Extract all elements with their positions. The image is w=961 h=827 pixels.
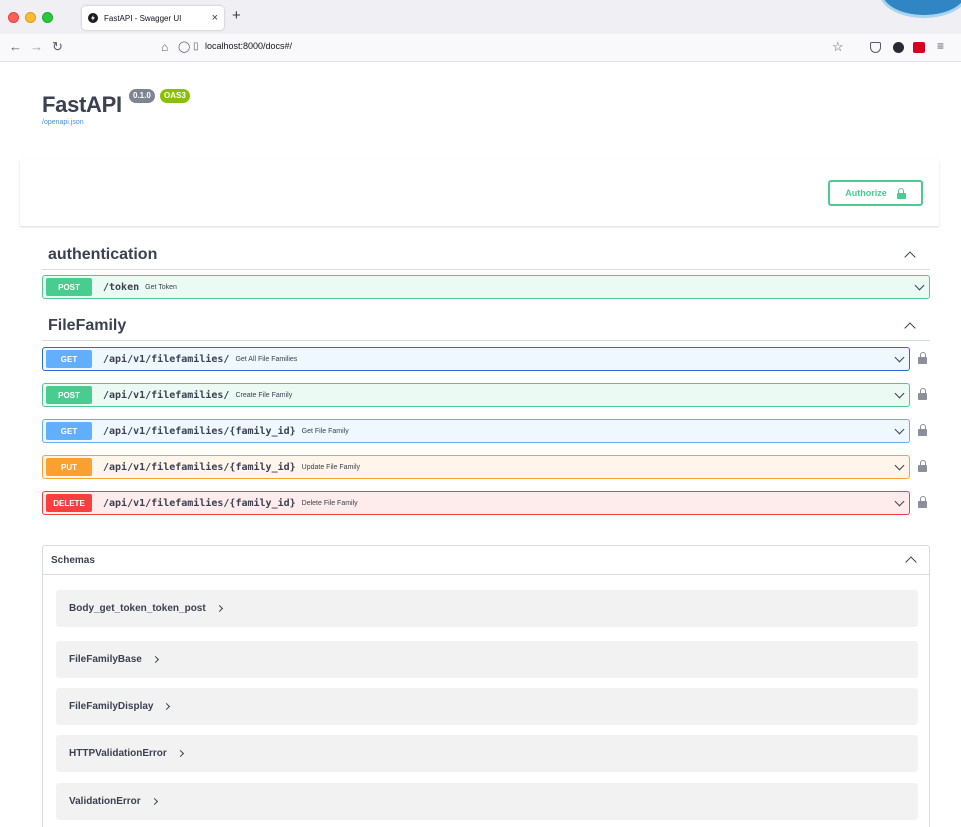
chevron-down-icon[interactable] [894,352,905,363]
tag-authentication[interactable]: authentication [42,240,930,270]
chevron-down-icon[interactable] [894,388,905,399]
operation-delete-file-family[interactable]: DELETE /api/v1/filefamilies/{family_id} … [42,491,927,515]
operation-put-update-file-family[interactable]: PUT /api/v1/filefamilies/{family_id} Upd… [42,455,927,479]
operation-get-all-file-families[interactable]: GET /api/v1/filefamilies/ Get All File F… [42,347,927,371]
pocket-icon[interactable] [870,42,881,53]
operation-path: /api/v1/filefamilies/ [103,389,230,401]
new-tab-button[interactable]: + [232,7,241,24]
reload-icon[interactable]: ↻ [52,39,63,55]
operation-summary: Update File Family [301,463,361,471]
browser-navbar: ← → ↻ ⌂ ◯ ▯ localhost:8000/docs#/ ☆ ≡ [0,34,961,62]
bookmark-star-icon[interactable]: ☆ [832,39,844,55]
operation-summary: Get File Family [301,427,349,435]
schema-name: FileFamilyDisplay [69,701,154,712]
close-window-button[interactable] [8,12,19,23]
menu-icon[interactable]: ≡ [937,39,944,53]
method-badge: PUT [46,458,92,476]
operation-summary: Delete File Family [301,499,358,507]
schema-item[interactable]: ValidationError [56,783,918,820]
lock-icon[interactable] [918,352,927,364]
schema-item[interactable]: HTTPValidationError [56,735,918,772]
chevron-up-icon [904,321,916,334]
operation-summary: Get Token [145,283,177,291]
chevron-up-icon [904,250,916,263]
method-badge: DELETE [46,494,92,512]
forward-icon[interactable]: → [30,39,43,55]
chevron-right-icon [151,655,159,664]
schema-name: Body_get_token_token_post [69,603,206,614]
operation-post-token[interactable]: POST /token Get Token [42,275,930,299]
method-badge: POST [46,278,92,296]
lock-icon[interactable] [918,496,927,508]
operation-path: /api/v1/filefamilies/{family_id} [103,461,296,473]
tag-filefamily[interactable]: FileFamily [42,311,930,341]
method-badge: GET [46,422,92,440]
chevron-right-icon [176,749,184,758]
fastapi-favicon-icon [88,13,98,23]
chevron-right-icon [215,604,223,613]
operation-path: /api/v1/filefamilies/{family_id} [103,425,296,437]
schemas-header[interactable]: Schemas [43,546,929,575]
extension-red-icon[interactable] [913,42,925,53]
schemas-section: Schemas Body_get_token_token_post FileFa… [42,545,930,827]
page-title: FastAPI [42,92,122,117]
oas-badge: OAS3 [160,89,190,103]
operation-summary: Create File Family [235,391,293,399]
schema-name: ValidationError [69,796,141,807]
method-badge: GET [46,350,92,368]
chevron-up-icon [905,556,917,568]
version-badge: 0.1.0 [129,89,155,103]
schema-item[interactable]: Body_get_token_token_post [56,590,918,627]
url-bar[interactable]: localhost:8000/docs#/ [205,41,292,51]
unlocked-lock-icon [896,187,906,199]
lock-icon[interactable] [918,460,927,472]
tab-close-icon[interactable]: × [212,12,218,24]
tag-name: authentication [48,245,158,263]
operation-post-create-file-family[interactable]: POST /api/v1/filefamilies/ Create File F… [42,383,927,407]
chevron-down-icon[interactable] [914,280,925,291]
lock-icon[interactable] [918,388,927,400]
schema-item[interactable]: FileFamilyBase [56,641,918,678]
chevron-down-icon[interactable] [894,496,905,507]
chevron-down-icon[interactable] [894,460,905,471]
minimize-window-button[interactable] [25,12,36,23]
chevron-down-icon[interactable] [894,424,905,435]
shield-icon[interactable]: ◯ [178,39,190,55]
browser-tab[interactable]: FastAPI - Swagger UI × [82,6,224,30]
chevron-right-icon [163,702,171,711]
tag-name: FileFamily [48,316,127,334]
schemas-title: Schemas [51,554,95,566]
operation-path: /api/v1/filefamilies/{family_id} [103,497,296,509]
lock-icon[interactable] [918,424,927,436]
home-icon[interactable]: ⌂ [161,39,168,55]
operation-get-file-family[interactable]: GET /api/v1/filefamilies/{family_id} Get… [42,419,927,443]
method-badge: POST [46,386,92,404]
back-icon[interactable]: ← [9,39,22,55]
authorize-label: Authorize [845,188,887,198]
chevron-right-icon [150,797,158,806]
page-icon: ▯ [193,41,199,52]
corner-decoration [841,0,961,34]
maximize-window-button[interactable] [42,12,53,23]
authorize-button[interactable]: Authorize [828,180,923,206]
schema-name: HTTPValidationError [69,748,167,759]
operation-path: /api/v1/filefamilies/ [103,353,230,365]
schema-name: FileFamilyBase [69,654,142,665]
scheme-container [20,160,939,226]
openapi-json-link[interactable]: /openapi.json [42,119,84,126]
browser-tabbar: FastAPI - Swagger UI × + [0,0,961,34]
operation-path: /token [103,281,140,293]
extension-icon[interactable] [893,42,904,53]
schema-item[interactable]: FileFamilyDisplay [56,688,918,725]
operation-summary: Get All File Families [235,355,298,363]
tab-title: FastAPI - Swagger UI [104,13,182,23]
